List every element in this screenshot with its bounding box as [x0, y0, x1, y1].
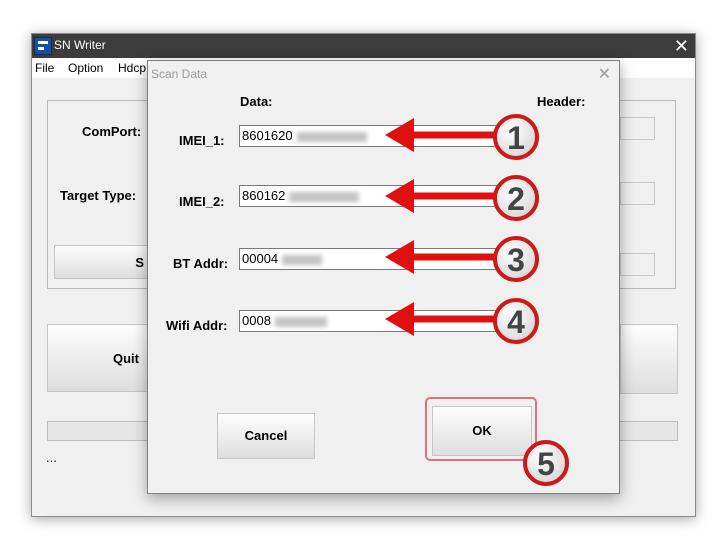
badge-5-number: 5	[537, 446, 555, 482]
badge-1-number: 1	[507, 120, 525, 156]
badge-3: 3	[493, 236, 539, 282]
badge-2: 2	[493, 175, 539, 221]
badge-2-number: 2	[507, 181, 525, 217]
annotation-overlay: 1 2 3 4 5	[385, 114, 569, 486]
arrow-1	[385, 118, 504, 152]
badge-1: 1	[493, 114, 539, 160]
badge-4: 4	[493, 298, 539, 344]
badge-5: 5	[523, 440, 569, 486]
badge-3-number: 3	[507, 242, 525, 278]
arrow-4	[385, 302, 504, 336]
arrow-2	[385, 179, 504, 213]
badge-4-number: 4	[507, 304, 525, 340]
arrow-3	[385, 240, 504, 274]
